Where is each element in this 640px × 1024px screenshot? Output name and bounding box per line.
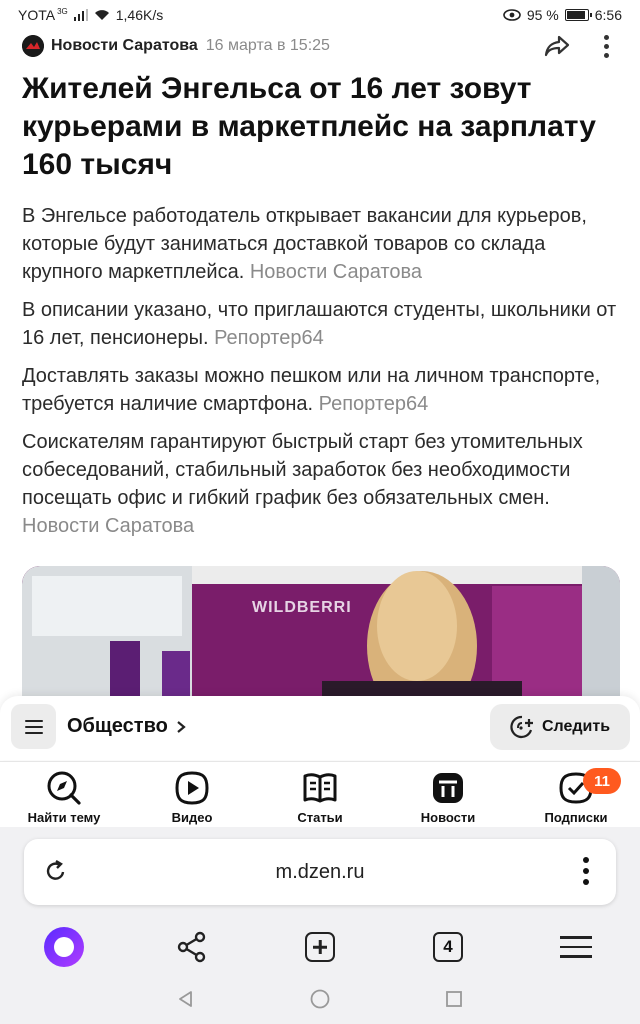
paragraph-source-link[interactable]: Новости Саратова (22, 515, 194, 537)
article-paragraph: В Энгельсе работодатель открывает ваканс… (22, 202, 622, 286)
nav-label: Видео (171, 810, 213, 825)
menu-button[interactable] (11, 704, 56, 749)
carrier-label: YOTA (18, 7, 56, 23)
source-row: Новости Саратова 16 марта в 15:25 (22, 32, 620, 60)
alice-icon (44, 927, 84, 967)
article-paragraph: В описании указано, что приглашаются сту… (22, 296, 622, 352)
nav-articles[interactable]: Статьи (265, 762, 375, 827)
browser-toolbar: 4 (0, 919, 640, 975)
nav-subscriptions[interactable]: 11 Подписки (521, 762, 631, 827)
follow-button[interactable]: Следить (490, 704, 630, 750)
new-tab-button[interactable] (290, 922, 350, 972)
browser-menu-button[interactable] (546, 922, 606, 972)
article-title: Жителей Энгельса от 16 лет зовут курьера… (22, 72, 596, 181)
share-page-button[interactable] (162, 922, 222, 972)
nav-find-topic[interactable]: Найти тему (9, 762, 119, 827)
signal-icon (73, 9, 88, 21)
book-icon (303, 773, 337, 803)
notification-badge: 11 (583, 768, 621, 794)
home-icon[interactable] (309, 988, 331, 1015)
nav-news[interactable]: Новости (393, 762, 503, 827)
tabs-count: 4 (433, 932, 463, 962)
alice-button[interactable] (34, 922, 94, 972)
battery-percent: 95 % (526, 7, 559, 23)
status-bar: YOTA 3G 1,46K/s 95 % 6:56 (0, 0, 640, 30)
topic-label: Общество (67, 715, 168, 737)
topic-link[interactable]: Общество (67, 715, 186, 738)
nav-label: Новости (420, 810, 476, 825)
status-bar-right: 95 % 6:56 (503, 7, 622, 23)
clock: 6:56 (594, 7, 622, 23)
wifi-icon (94, 9, 110, 21)
battery-fill (566, 11, 585, 19)
source-name[interactable]: Новости Саратова (51, 37, 198, 55)
tabs-button[interactable]: 4 (418, 922, 478, 972)
paragraph-text: Соискателям гарантируют быстрый старт бе… (22, 431, 583, 509)
address-bar-more-button[interactable] (582, 857, 590, 885)
follow-plus-icon (510, 715, 533, 739)
article-image[interactable]: WILDBERRI (22, 566, 620, 706)
url-text[interactable]: m.dzen.ru (24, 861, 616, 884)
play-icon (175, 771, 209, 805)
follow-label: Следить (541, 718, 611, 735)
nav-video[interactable]: Видео (137, 762, 247, 827)
paragraph-source-link[interactable]: Репортер64 (319, 393, 429, 415)
publish-date: 16 марта в 15:25 (205, 37, 330, 54)
topic-bar: Общество Следить (0, 696, 640, 760)
share-nodes-icon (177, 931, 206, 963)
source-logo[interactable] (22, 35, 44, 57)
browser-chrome: m.dzen.ru 4 (0, 827, 640, 1024)
back-icon[interactable] (176, 989, 196, 1014)
article-body: В Энгельсе работодатель открывает ваканс… (22, 202, 622, 550)
more-options-button[interactable] (596, 32, 616, 60)
nav-label: Найти тему (27, 810, 101, 825)
image-sign-text: WILDBERRI (252, 599, 352, 616)
recents-icon[interactable] (444, 989, 464, 1014)
plus-icon (305, 932, 335, 962)
article-paragraph: Соискателям гарантируют быстрый старт бе… (22, 428, 622, 540)
battery-icon (564, 9, 592, 21)
address-bar[interactable]: m.dzen.ru (24, 839, 616, 905)
share-button[interactable] (542, 32, 572, 60)
nav-label: Статьи (297, 810, 343, 825)
share-icon (544, 35, 570, 57)
network-type-label: 3G (57, 6, 68, 16)
compass-icon (47, 771, 81, 805)
bottom-nav: Найти тему Видео Статьи Новости 11 Подпи… (0, 761, 640, 827)
system-navigation-bar (0, 979, 640, 1024)
nav-label: Подписки (544, 810, 608, 825)
hamburger-icon (560, 936, 592, 958)
status-bar-left: YOTA 3G 1,46K/s (18, 6, 164, 24)
chevron-right-icon (177, 720, 186, 733)
network-speed: 1,46K/s (115, 7, 164, 23)
eye-icon (503, 9, 521, 21)
article-paragraph: Доставлять заказы можно пешком или на ли… (22, 362, 622, 418)
paragraph-source-link[interactable]: Репортер64 (214, 327, 324, 349)
paragraph-text: Доставлять заказы можно пешком или на ли… (22, 365, 601, 415)
news-icon (433, 773, 463, 803)
paragraph-source-link[interactable]: Новости Саратова (250, 261, 422, 283)
